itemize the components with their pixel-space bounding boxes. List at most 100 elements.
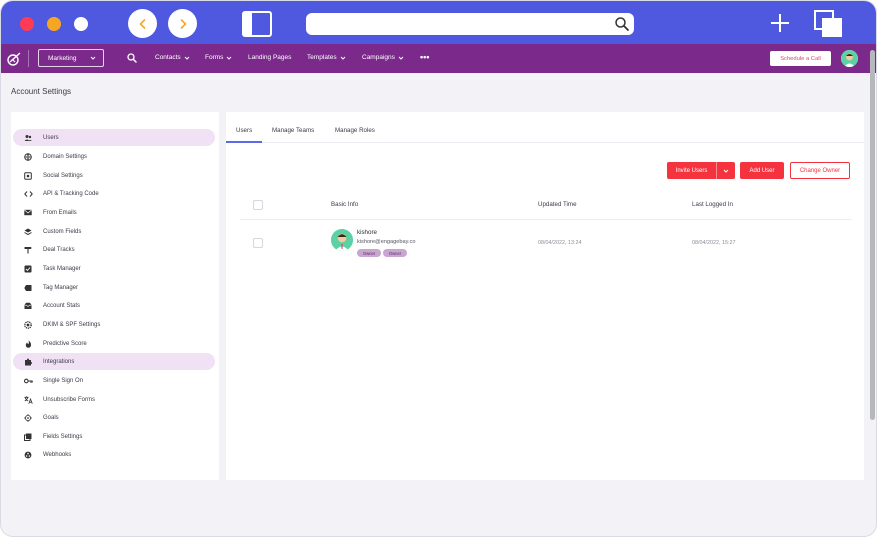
menu-item-dkim-spf[interactable]: DKIM & SPF Settings bbox=[13, 316, 215, 333]
nav-contacts-label: Contacts bbox=[155, 54, 181, 61]
menu-item-label: Fields Settings bbox=[43, 433, 83, 440]
table-row[interactable]: kishore kishore@engagebay.co Owner Owner… bbox=[240, 222, 852, 262]
nav-contacts[interactable]: Contacts bbox=[155, 54, 190, 61]
tab-manage-teams[interactable]: Manage Teams bbox=[272, 127, 314, 134]
chevron-down-icon bbox=[90, 56, 96, 60]
updated-time: 08/04/2022, 13:24 bbox=[538, 240, 582, 246]
browser-window: Marketing Contacts Forms Landing Pages T… bbox=[1, 1, 876, 536]
app-top-nav: Marketing Contacts Forms Landing Pages T… bbox=[1, 44, 876, 73]
invite-users-button[interactable]: Invite Users bbox=[667, 162, 735, 179]
chevron-right-icon bbox=[180, 18, 187, 29]
menu-item-deal-tracks[interactable]: Deal Tracks bbox=[13, 241, 215, 258]
invite-users-label: Invite Users bbox=[675, 167, 708, 174]
menu-item-label: API & Tracking Code bbox=[43, 190, 99, 197]
column-last-logged-in: Last Logged In bbox=[692, 201, 733, 208]
address-bar[interactable] bbox=[306, 13, 634, 35]
close-window-button[interactable] bbox=[20, 17, 34, 31]
fields-icon bbox=[24, 433, 32, 441]
menu-item-from-emails[interactable]: From Emails bbox=[13, 204, 215, 221]
user-avatar-icon bbox=[331, 229, 353, 251]
inbox-icon bbox=[24, 302, 32, 309]
product-select-label: Marketing bbox=[48, 54, 77, 62]
menu-item-unsubscribe-forms[interactable]: Unsubscribe Forms bbox=[13, 391, 215, 408]
menu-item-single-sign-on[interactable]: Single Sign On bbox=[13, 372, 215, 389]
tab-manage-roles[interactable]: Manage Roles bbox=[335, 127, 375, 134]
puzzle-icon bbox=[25, 358, 32, 365]
menu-item-label: Goals bbox=[43, 414, 59, 421]
back-button[interactable] bbox=[128, 9, 157, 38]
row-checkbox[interactable] bbox=[253, 238, 263, 248]
menu-item-label: Tag Manager bbox=[43, 284, 79, 291]
product-select[interactable]: Marketing bbox=[38, 49, 104, 67]
menu-item-predictive-score[interactable]: Predictive Score bbox=[13, 335, 215, 352]
search-icon[interactable] bbox=[127, 53, 137, 63]
key-icon bbox=[23, 378, 33, 383]
user-avatar[interactable] bbox=[841, 50, 858, 67]
gear-icon bbox=[24, 320, 32, 329]
users-icon bbox=[24, 134, 32, 141]
menu-item-label: DKIM & SPF Settings bbox=[43, 321, 101, 328]
menu-item-tag-manager[interactable]: Tag Manager bbox=[13, 279, 215, 296]
code-icon bbox=[23, 190, 33, 197]
select-all-checkbox[interactable] bbox=[253, 200, 263, 210]
webhook-icon bbox=[24, 451, 32, 458]
translate-icon bbox=[24, 395, 33, 404]
forward-button[interactable] bbox=[168, 9, 197, 38]
new-tab-icon[interactable] bbox=[769, 12, 791, 34]
add-user-button[interactable]: Add User bbox=[740, 162, 784, 179]
chevron-down-icon bbox=[723, 169, 729, 173]
menu-item-api-tracking[interactable]: API & Tracking Code bbox=[13, 185, 215, 202]
tabs-overview-icon[interactable] bbox=[813, 9, 845, 39]
menu-item-fields-settings[interactable]: Fields Settings bbox=[13, 428, 215, 445]
minimize-window-button[interactable] bbox=[47, 17, 61, 31]
menu-item-custom-fields[interactable]: Custom Fields bbox=[13, 223, 215, 240]
active-tab-indicator bbox=[226, 141, 262, 143]
menu-item-task-manager[interactable]: Task Manager bbox=[13, 260, 215, 277]
nav-landing-pages-label: Landing Pages bbox=[248, 54, 292, 61]
engagebay-logo-icon[interactable] bbox=[6, 51, 22, 67]
chevron-down-icon bbox=[398, 56, 404, 60]
search-icon bbox=[615, 17, 629, 31]
nav-templates-label: Templates bbox=[307, 54, 337, 61]
page-scrollbar[interactable] bbox=[869, 44, 876, 524]
browser-chrome bbox=[1, 1, 876, 44]
nav-landing-pages[interactable]: Landing Pages bbox=[248, 54, 291, 61]
globe-icon bbox=[24, 152, 32, 161]
chevron-left-icon bbox=[138, 18, 145, 29]
chevron-down-icon bbox=[340, 56, 345, 60]
avatar-icon bbox=[841, 50, 858, 67]
menu-item-label: Users bbox=[43, 134, 59, 141]
nav-forms[interactable]: Forms bbox=[205, 54, 232, 61]
menu-item-social-settings[interactable]: Social Settings bbox=[13, 167, 215, 184]
maximize-window-button[interactable] bbox=[74, 17, 88, 31]
page-title: Account Settings bbox=[11, 87, 72, 96]
menu-item-webhooks[interactable]: Webhooks bbox=[13, 446, 215, 463]
more-menu-icon[interactable]: ••• bbox=[420, 52, 429, 62]
menu-item-label: Social Settings bbox=[43, 172, 83, 179]
user-email: kishore@engagebay.co bbox=[357, 239, 416, 245]
scrollbar-thumb[interactable] bbox=[870, 50, 875, 420]
nav-divider bbox=[28, 50, 29, 67]
schedule-call-button[interactable]: Schedule a Call bbox=[770, 51, 831, 66]
menu-item-integrations[interactable]: Integrations bbox=[13, 353, 215, 370]
settings-tabs: Users Manage Teams Manage Roles bbox=[226, 112, 864, 143]
tab-users[interactable]: Users bbox=[236, 127, 252, 134]
fire-icon bbox=[25, 339, 31, 348]
menu-item-account-stats[interactable]: Account Stats bbox=[13, 297, 215, 314]
invite-options-dropdown[interactable] bbox=[717, 168, 735, 174]
menu-item-label: Integrations bbox=[43, 358, 75, 365]
menu-item-label: Domain Settings bbox=[43, 153, 88, 160]
nav-templates[interactable]: Templates bbox=[307, 54, 346, 61]
avatar bbox=[331, 229, 353, 251]
sidebar-toggle-icon[interactable] bbox=[242, 11, 272, 37]
change-owner-button[interactable]: Change Owner bbox=[790, 162, 850, 179]
menu-item-goals[interactable]: Goals bbox=[13, 409, 215, 426]
column-updated-time: Updated Time bbox=[538, 201, 577, 208]
target-icon bbox=[24, 413, 32, 422]
menu-item-users[interactable]: Users bbox=[13, 129, 215, 146]
nav-campaigns[interactable]: Campaigns bbox=[362, 54, 404, 61]
menu-item-domain-settings[interactable]: Domain Settings bbox=[13, 148, 215, 165]
menu-item-label: Single Sign On bbox=[43, 377, 84, 384]
signpost-icon bbox=[24, 246, 32, 253]
user-name[interactable]: kishore bbox=[357, 229, 377, 236]
